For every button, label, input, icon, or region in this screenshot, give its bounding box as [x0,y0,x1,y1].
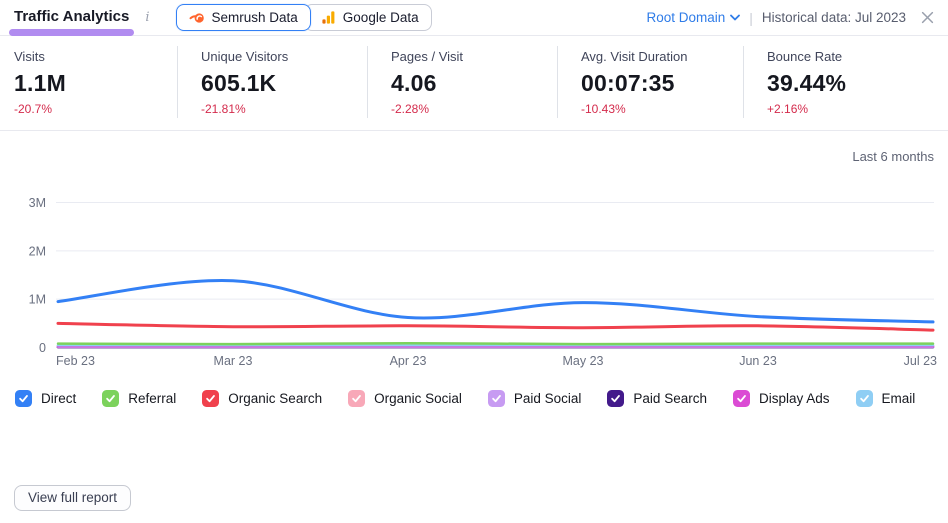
checkmark-icon [351,393,362,404]
legend-checkbox-email[interactable] [856,390,873,407]
traffic-trend-chart[interactable]: 0 1M 2M 3M Feb 23 Mar 23 Apr 23 May 23 Jun 23 Jul… [0,185,948,378]
y-axis-tick: 0 [39,341,46,355]
stat-unique-visitors: Unique Visitors 605.1K -21.81% [177,36,367,130]
x-axis-tick: May 23 [563,354,604,368]
kpi-stats-row: Visits 1.1M -20.7% Unique Visitors 605.1… [0,36,948,131]
stat-value: 00:07:35 [581,71,735,96]
chevron-down-icon [730,14,740,21]
stat-value: 4.06 [391,71,549,96]
legend-checkbox-paid-social[interactable] [488,390,505,407]
historical-data-label: Historical data: Jul 2023 [762,10,906,25]
info-icon[interactable]: i [143,10,151,25]
stat-visits: Visits 1.1M -20.7% [0,36,177,130]
stat-label: Bounce Rate [767,49,940,64]
legend-item-display-ads[interactable]: Display Ads [733,390,830,407]
widget-header: Traffic Analytics i Semrush Data [0,0,948,36]
legend-item-direct[interactable]: Direct [15,390,76,407]
stat-avg-visit-duration: Avg. Visit Duration 00:07:35 -10.43% [557,36,743,130]
stat-value: 605.1K [201,71,359,96]
legend-checkbox-referral[interactable] [102,390,119,407]
legend-label: Paid Search [633,391,707,406]
legend-label: Email [882,391,916,406]
chart-legend: Direct Referral Organic Search Organic Soci… [0,390,948,407]
legend-item-organic-social[interactable]: Organic Social [348,390,462,407]
legend-item-paid-search[interactable]: Paid Search [607,390,707,407]
legend-checkbox-direct[interactable] [15,390,32,407]
checkmark-icon [105,393,116,404]
legend-item-organic-search[interactable]: Organic Search [202,390,322,407]
y-axis-tick: 3M [29,196,46,210]
stat-delta: -21.81% [201,102,359,116]
root-domain-label: Root Domain [646,10,725,25]
semrush-logo-icon [189,10,205,26]
traffic-analytics-widget: Traffic Analytics i Semrush Data [0,0,948,523]
series-line-referral [58,343,933,344]
close-icon[interactable] [921,11,934,24]
x-axis-tick: Jun 23 [739,354,777,368]
google-data-button[interactable]: Google Data [304,4,432,31]
google-analytics-icon [321,10,336,25]
data-source-toggle: Semrush Data Google Data [176,4,432,31]
legend-checkbox-organic-search[interactable] [202,390,219,407]
legend-label: Direct [41,391,76,406]
checkmark-icon [610,393,621,404]
stat-value: 39.44% [767,71,940,96]
stat-delta: -2.28% [391,102,549,116]
x-axis-tick: Jul 23 [904,354,937,368]
semrush-data-button[interactable]: Semrush Data [176,4,311,31]
y-axis-tick: 1M [29,293,46,307]
legend-item-referral[interactable]: Referral [102,390,176,407]
legend-checkbox-organic-social[interactable] [348,390,365,407]
checkmark-icon [491,393,502,404]
legend-label: Display Ads [759,391,830,406]
legend-label: Paid Social [514,391,582,406]
stat-label: Unique Visitors [201,49,359,64]
stat-label: Visits [14,49,169,64]
checkmark-icon [736,393,747,404]
widget-footer: View full report [0,407,948,511]
stat-delta: +2.16% [767,102,940,116]
semrush-data-label: Semrush Data [212,10,298,25]
root-domain-dropdown[interactable]: Root Domain [646,10,740,25]
page-title: Traffic Analytics [14,8,129,26]
legend-checkbox-paid-search[interactable] [607,390,624,407]
legend-item-email[interactable]: Email [856,390,916,407]
x-axis-tick: Feb 23 [56,354,95,368]
stat-value: 1.1M [14,71,169,96]
x-axis-tick: Apr 23 [390,354,427,368]
legend-label: Referral [128,391,176,406]
stat-bounce-rate: Bounce Rate 39.44% +2.16% [743,36,948,130]
title-underline-decoration [9,29,134,36]
legend-label: Organic Search [228,391,322,406]
y-axis-tick: 2M [29,244,46,258]
stat-label: Avg. Visit Duration [581,49,735,64]
stat-label: Pages / Visit [391,49,549,64]
view-full-report-button[interactable]: View full report [14,485,131,511]
legend-label: Organic Social [374,391,462,406]
checkmark-icon [859,393,870,404]
stat-delta: -10.43% [581,102,735,116]
stat-pages-per-visit: Pages / Visit 4.06 -2.28% [367,36,557,130]
checkmark-icon [205,393,216,404]
stat-delta: -20.7% [14,102,169,116]
google-data-label: Google Data [343,10,419,25]
series-line-direct [58,281,933,322]
x-axis-tick: Mar 23 [214,354,253,368]
series-line-organic-search [58,323,933,330]
legend-checkbox-display-ads[interactable] [733,390,750,407]
legend-item-paid-social[interactable]: Paid Social [488,390,582,407]
header-separator: | [749,10,753,26]
checkmark-icon [18,393,29,404]
period-label: Last 6 months [0,131,948,165]
chart-section: Last 6 months 0 1M 2M 3M Feb 23 Mar 23 Apr 23 M… [0,131,948,407]
